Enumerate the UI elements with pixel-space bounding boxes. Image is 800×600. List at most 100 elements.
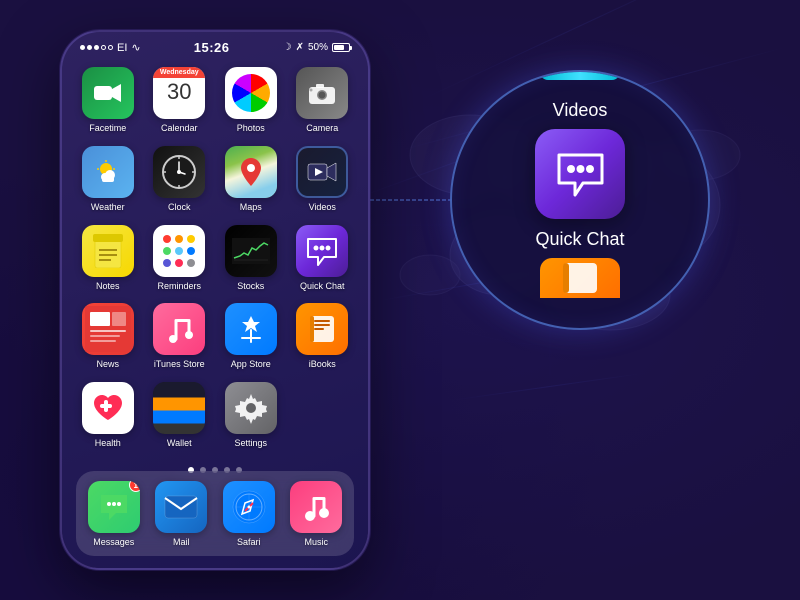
health-icon bbox=[82, 382, 134, 434]
appstore-icon bbox=[225, 303, 277, 355]
app-calendar[interactable]: Wednesday 30 Calendar bbox=[148, 67, 212, 134]
camera-icon bbox=[296, 67, 348, 119]
videos-icon bbox=[296, 146, 348, 198]
signal-dot-4 bbox=[101, 45, 106, 50]
camera-label: Camera bbox=[306, 123, 338, 134]
app-facetime[interactable]: Facetime bbox=[76, 67, 140, 134]
signal-dot-1 bbox=[80, 45, 85, 50]
wifi-icon: ∿ bbox=[131, 41, 140, 54]
app-weather[interactable]: Weather bbox=[76, 146, 140, 213]
dock-safari[interactable]: Safari bbox=[219, 481, 279, 548]
reminder-dot-3 bbox=[187, 235, 195, 243]
signal-dot-5 bbox=[108, 45, 113, 50]
app-stocks[interactable]: Stocks bbox=[219, 225, 283, 292]
zoom-quickchat-app-icon[interactable] bbox=[535, 129, 625, 219]
music-icon bbox=[290, 481, 342, 533]
calendar-label: Calendar bbox=[161, 123, 198, 134]
reminders-icon bbox=[153, 225, 205, 277]
carrier-label: EI bbox=[117, 42, 127, 54]
app-reminders[interactable]: Reminders bbox=[148, 225, 212, 292]
ibooks-icon bbox=[296, 303, 348, 355]
battery-body bbox=[332, 43, 350, 52]
reminder-dot-6 bbox=[187, 247, 195, 255]
status-right: ☽ ✗ 50% bbox=[283, 42, 350, 53]
mail-icon bbox=[155, 481, 207, 533]
reminder-dot-7 bbox=[163, 259, 171, 267]
photos-wheel bbox=[232, 74, 270, 112]
news-icon bbox=[82, 303, 134, 355]
facetime-icon bbox=[82, 67, 134, 119]
dock: 1 Messages Mail bbox=[76, 471, 354, 556]
stocks-icon bbox=[225, 225, 277, 277]
reminders-dots-grid bbox=[155, 227, 203, 275]
news-label: News bbox=[96, 359, 119, 370]
app-settings[interactable]: Settings bbox=[219, 382, 283, 449]
itunesstore-icon bbox=[153, 303, 205, 355]
reminder-dot-2 bbox=[175, 235, 183, 243]
photos-label: Photos bbox=[237, 123, 265, 134]
app-notes[interactable]: Notes bbox=[76, 225, 140, 292]
battery-percent: 50% bbox=[308, 42, 328, 53]
calendar-day: 30 bbox=[153, 78, 205, 107]
weather-label: Weather bbox=[91, 202, 125, 213]
app-ibooks[interactable]: iBooks bbox=[291, 303, 355, 370]
reminder-dot-9 bbox=[187, 259, 195, 267]
empty-slot bbox=[291, 382, 355, 449]
reminders-label: Reminders bbox=[157, 281, 201, 292]
dock-messages[interactable]: 1 Messages bbox=[84, 481, 144, 548]
clock-icon bbox=[153, 146, 205, 198]
itunesstore-label: iTunes Store bbox=[154, 359, 205, 370]
signal-dots bbox=[80, 45, 113, 50]
notes-icon bbox=[82, 225, 134, 277]
status-time: 15:26 bbox=[194, 40, 230, 55]
photos-icon bbox=[225, 67, 277, 119]
moon-icon: ☽ bbox=[283, 42, 292, 53]
battery-icon bbox=[332, 43, 350, 52]
signal-dot-3 bbox=[94, 45, 99, 50]
app-health[interactable]: Health bbox=[76, 382, 140, 449]
messages-label: Messages bbox=[93, 537, 134, 548]
calendar-icon: Wednesday 30 bbox=[153, 67, 205, 119]
messages-badge: 1 bbox=[129, 481, 140, 492]
app-appstore[interactable]: App Store bbox=[219, 303, 283, 370]
app-photos[interactable]: Photos bbox=[219, 67, 283, 134]
maps-icon bbox=[225, 146, 277, 198]
notes-label: Notes bbox=[96, 281, 120, 292]
battery-fill bbox=[334, 45, 344, 50]
signal-dot-2 bbox=[87, 45, 92, 50]
app-camera[interactable]: Camera bbox=[291, 67, 355, 134]
status-bar: EI ∿ 15:26 ☽ ✗ 50% bbox=[62, 32, 368, 59]
app-wallet[interactable]: Wallet bbox=[148, 382, 212, 449]
app-maps[interactable]: Maps bbox=[219, 146, 283, 213]
dock-mail[interactable]: Mail bbox=[152, 481, 212, 548]
videos-label: Videos bbox=[309, 202, 336, 213]
wallet-label: Wallet bbox=[167, 438, 192, 449]
reminder-dot-4 bbox=[163, 247, 171, 255]
calendar-month: Wednesday bbox=[153, 67, 205, 78]
messages-icon: 1 bbox=[88, 481, 140, 533]
maps-label: Maps bbox=[240, 202, 262, 213]
app-quickchat[interactable]: Quick Chat bbox=[291, 225, 355, 292]
app-clock[interactable]: Clock bbox=[148, 146, 212, 213]
appstore-label: App Store bbox=[231, 359, 271, 370]
wallet-stripes bbox=[153, 382, 205, 434]
zoom-top-accent bbox=[540, 72, 620, 80]
wallet-icon bbox=[153, 382, 205, 434]
reminder-dot-8 bbox=[175, 259, 183, 267]
dock-music[interactable]: Music bbox=[287, 481, 347, 548]
settings-label: Settings bbox=[234, 438, 267, 449]
reminder-dot-5 bbox=[175, 247, 183, 255]
ibooks-label: iBooks bbox=[309, 359, 336, 370]
clock-label: Clock bbox=[168, 202, 191, 213]
app-itunesstore[interactable]: iTunes Store bbox=[148, 303, 212, 370]
app-videos[interactable]: Videos bbox=[291, 146, 355, 213]
app-grid: Facetime Wednesday 30 Calendar Photos bbox=[62, 59, 368, 457]
phone-screen: EI ∿ 15:26 ☽ ✗ 50% F bbox=[62, 32, 368, 568]
app-news[interactable]: News bbox=[76, 303, 140, 370]
zoom-ibooks-partial bbox=[540, 258, 620, 298]
quickchat-icon bbox=[296, 225, 348, 277]
bluetooth-icon: ✗ bbox=[296, 42, 304, 53]
zoom-quickchat-label: Quick Chat bbox=[535, 229, 624, 250]
reminder-dot-1 bbox=[163, 235, 171, 243]
weather-icon bbox=[82, 146, 134, 198]
